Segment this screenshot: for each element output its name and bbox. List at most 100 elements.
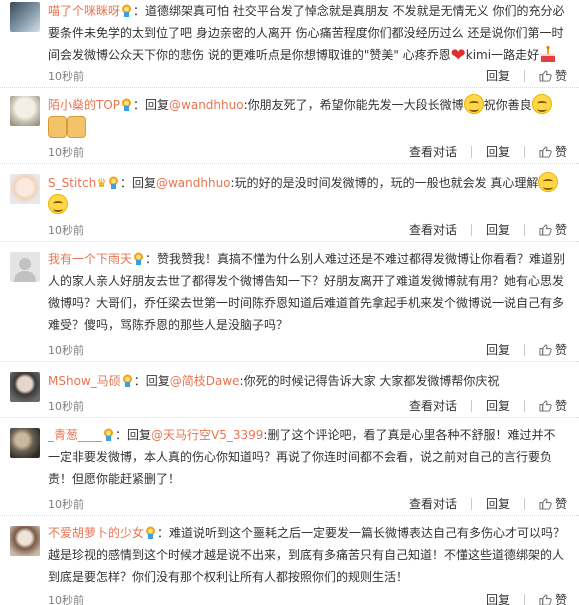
like-button[interactable]: 赞 [539, 143, 567, 160]
comment-text: :玩的好的是没时间发微博的，玩的一般也就会发 真心理解 [230, 176, 539, 190]
commenter-name[interactable]: 不爱胡萝卜的少女 [48, 526, 144, 540]
reply-button[interactable]: 回复 [486, 397, 510, 414]
level-badge-icon [132, 252, 145, 266]
comment-text: 微博吗？大哥们，乔任梁去世第一时间陈乔恩知道后难道首先拿起手机来发个微博说一说自… [48, 296, 565, 310]
reply-label: ：回复 [119, 176, 156, 190]
like-button[interactable]: 赞 [539, 341, 567, 358]
avatar[interactable] [10, 2, 40, 32]
level-badge-icon [107, 176, 120, 190]
like-button[interactable]: 赞 [539, 67, 567, 84]
avatar[interactable] [10, 252, 40, 282]
thumbs-up-icon [539, 145, 552, 158]
thumbs-up-icon [539, 223, 552, 236]
smile-emoji-icon [463, 94, 484, 114]
like-button[interactable]: 赞 [539, 221, 567, 238]
comment-body: 陌小燊的TOP ：回复@wandhhuo:你朋友死了，希望你能先发一大段长微博 祝你… [48, 94, 567, 140]
like-label: 赞 [554, 145, 567, 159]
mention-link[interactable]: @简枝Dawe [170, 374, 240, 388]
comment-meta: 10秒前 回复 赞 [48, 66, 567, 86]
reply-button[interactable]: 回复 [486, 67, 510, 84]
like-button[interactable]: 赞 [539, 397, 567, 414]
level-badge-icon [121, 374, 134, 388]
thumbs-up-icon [539, 399, 552, 412]
view-dialog-button[interactable]: 查看对话 [409, 143, 457, 160]
reply-label: ：回复 [115, 428, 152, 442]
timestamp: 10秒前 [48, 400, 84, 413]
thumbs-up-icon [539, 593, 552, 605]
mention-link[interactable]: @天马行空V5_3399 [151, 428, 263, 442]
avatar[interactable] [10, 428, 40, 458]
commenter-name[interactable]: 我有一个下雨天 [48, 252, 132, 266]
view-dialog-button[interactable]: 查看对话 [409, 397, 457, 414]
comment-body: _青葱____ ：回复@天马行空V5_3399:删了这个评论吧，看了真是心里各种不… [48, 424, 567, 490]
comment-text: 责！但愿你能赶紧删了！ [48, 472, 181, 486]
divider [523, 497, 525, 510]
reply-button[interactable]: 回复 [486, 591, 510, 605]
timestamp: 10秒前 [48, 594, 84, 605]
like-label: 赞 [554, 223, 567, 237]
divider [523, 593, 525, 605]
comment-meta: 10秒前 回复 赞 [48, 590, 567, 605]
comment-text: 祝你善良 [483, 98, 532, 112]
mention-link[interactable]: @wandhhuo [156, 176, 231, 190]
thumbs-up-icon [539, 343, 552, 356]
commenter-name[interactable]: S_Stitch [48, 176, 96, 190]
like-button[interactable]: 赞 [539, 591, 567, 605]
avatar[interactable] [10, 96, 40, 126]
comment-text: 到底是要怎样？你们没有那个权利让所有人都按照你们的规则生活！ [48, 570, 409, 584]
comment-item: 我有一个下雨天 ：赞我赞我！真搞不懂为什么别人难过还是不难过都得发微博让你看看？难… [0, 244, 579, 362]
cake-icon [541, 46, 556, 62]
comment-body: MShow_马硕 ：回复@简枝Dawe:你死的时候记得告诉大家 大家都发微博帮你庆… [48, 370, 567, 392]
comment-text: ：难道说听到这个噩耗之后一定要发一篇长微博表达自己有多伤心才可以吗？ [157, 526, 566, 540]
reply-button[interactable]: 回复 [486, 143, 510, 160]
comment-text: 越是珍视的感情到这个时候才越是说不出来，到底有多痛苦只有自己知道！不懂这些道德绑… [48, 548, 565, 562]
avatar[interactable] [10, 174, 40, 204]
reply-button[interactable]: 回复 [486, 495, 510, 512]
divider [523, 69, 525, 82]
divider [470, 399, 472, 412]
divider [470, 145, 472, 158]
reply-button[interactable]: 回复 [486, 341, 510, 358]
commenter-name[interactable]: 陌小燊的TOP [48, 98, 120, 112]
avatar[interactable] [10, 526, 40, 556]
default-avatar-icon [14, 258, 36, 282]
mention-link[interactable]: @wandhhuo [169, 98, 244, 112]
reply-button[interactable]: 回复 [486, 221, 510, 238]
reply-label: ：回复 [133, 98, 170, 112]
like-label: 赞 [554, 69, 567, 83]
view-dialog-button[interactable]: 查看对话 [409, 221, 457, 238]
comment-item: 喵了个咪眯呀 ：道德绑架真可怕 社交平台发了悼念就是真朋友 不发就是无情无义 你们… [0, 0, 579, 88]
comment-meta: 10秒前 回复 赞 [48, 340, 567, 360]
timestamp: 10秒前 [48, 146, 84, 159]
divider [523, 399, 525, 412]
avatar[interactable] [10, 372, 40, 402]
smile-emoji-icon [48, 194, 68, 214]
comment-text: 间会发微博公众天下你的悲伤 说的更难听点是你想博取谁的"赞美" 心疼乔恩 [48, 48, 451, 62]
level-badge-icon [102, 428, 115, 442]
comment-meta: 10秒前 查看对话 回复 赞 [48, 494, 567, 514]
timestamp: 10秒前 [48, 498, 84, 511]
comment-text: ：道德绑架真可怕 社交平台发了悼念就是真朋友 不发就是无情无义 你们的充分必 [133, 4, 565, 18]
comment-body: S_Stitch♛ ：回复@wandhhuo:玩的好的是没时间发微博的，玩的一般也… [48, 172, 567, 216]
divider [523, 223, 525, 236]
comment-item: _青葱____ ：回复@天马行空V5_3399:删了这个评论吧，看了真是心里各种不… [0, 420, 579, 516]
commenter-name[interactable]: MShow_马硕 [48, 374, 121, 388]
like-button[interactable]: 赞 [539, 495, 567, 512]
comment-meta: 10秒前 查看对话 回复 赞 [48, 396, 567, 416]
crown-icon: ♛ [96, 176, 107, 190]
fist-emoji-icon [48, 116, 67, 138]
commenter-name[interactable]: _青葱____ [48, 428, 102, 442]
comment-meta: 10秒前 查看对话 回复 赞 [48, 220, 567, 240]
comment-body: 喵了个咪眯呀 ：道德绑架真可怕 社交平台发了悼念就是真朋友 不发就是无情无义 你们… [48, 0, 567, 67]
commenter-name[interactable]: 喵了个咪眯呀 [48, 4, 120, 18]
thumbs-up-icon [539, 69, 552, 82]
view-dialog-button[interactable]: 查看对话 [409, 495, 457, 512]
divider [470, 497, 472, 510]
timestamp: 10秒前 [48, 70, 84, 83]
level-badge-icon [120, 98, 133, 112]
comment-text: 难受？傻吗，骂陈乔恩的那些人是没脑子吗？ [48, 318, 289, 332]
comment-item: MShow_马硕 ：回复@简枝Dawe:你死的时候记得告诉大家 大家都发微博帮你庆… [0, 364, 579, 418]
divider [470, 223, 472, 236]
divider [523, 145, 525, 158]
comment-text: 要条件未免学的太到位了吧 身边亲密的人离开 伤心痛苦程度你们都没经历过么 还是说… [48, 26, 564, 40]
